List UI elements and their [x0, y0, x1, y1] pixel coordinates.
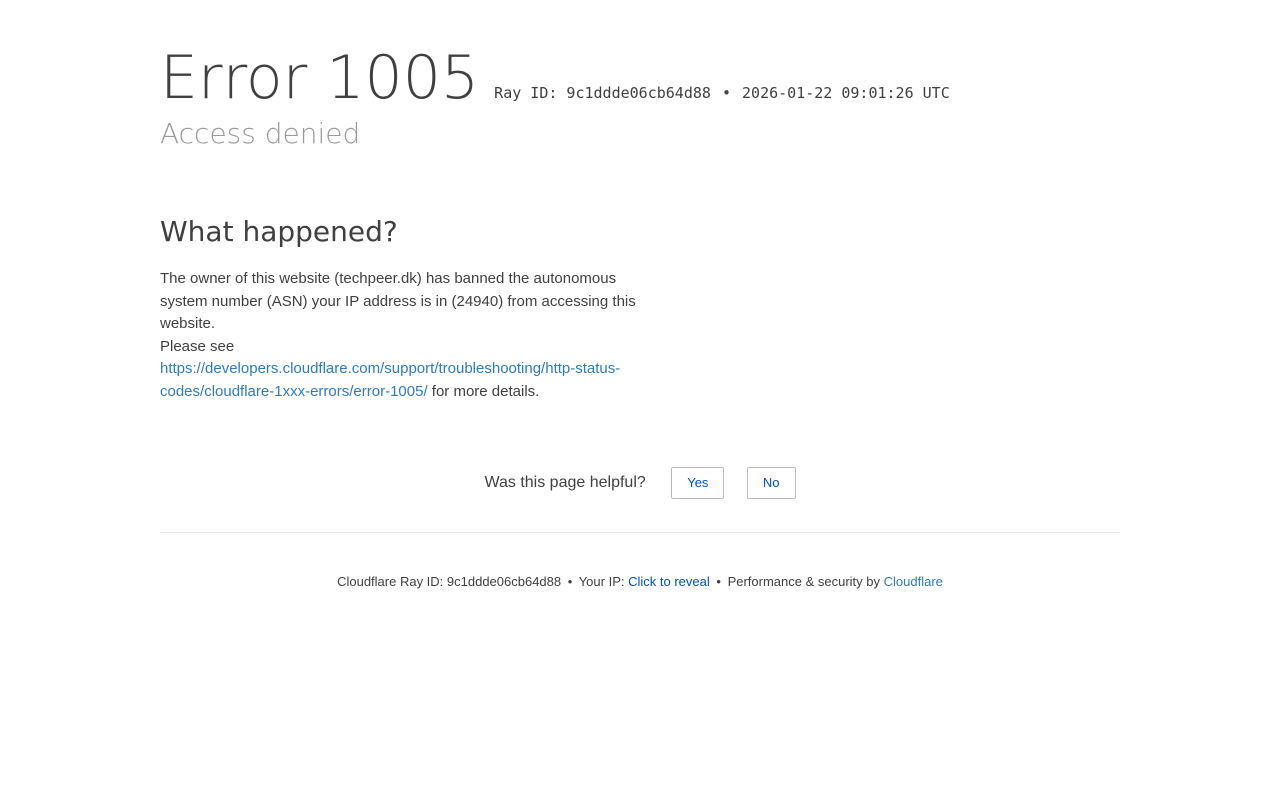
ray-id-text: Ray ID: 9c1ddde06cb64d88	[494, 84, 711, 102]
footer-ray-id: Cloudflare Ray ID: 9c1ddde06cb64d88	[337, 574, 562, 589]
footer-separator: •	[567, 574, 573, 589]
documentation-link[interactable]: https://developers.cloudflare.com/suppor…	[160, 360, 620, 400]
footer: Cloudflare Ray ID: 9c1ddde06cb64d88 • Yo…	[0, 573, 1280, 591]
footer-ip-label: Your IP:	[578, 574, 625, 589]
feedback-bar: Was this page helpful? Yes No	[160, 467, 1120, 499]
footer-divider	[160, 532, 1120, 533]
cloudflare-link[interactable]: Cloudflare	[884, 574, 943, 589]
timestamp: 2026-01-22 09:01:26 UTC	[742, 84, 950, 102]
feedback-yes-button[interactable]: Yes	[671, 467, 725, 499]
ray-separator: •	[721, 84, 731, 102]
error-header: Error 1005 Ray ID: 9c1ddde06cb64d88 • 20…	[160, 44, 950, 112]
please-see-line: Please see	[160, 336, 650, 359]
feedback-question: Was this page helpful?	[484, 474, 646, 491]
error-title: Error 1005	[160, 43, 480, 113]
doc-link-line: https://developers.cloudflare.com/suppor…	[160, 358, 650, 403]
error-subtitle: Access denied	[160, 117, 361, 150]
link-suffix: for more details.	[427, 382, 540, 400]
footer-performance-text: Performance & security by	[727, 574, 881, 589]
feedback-no-button[interactable]: No	[746, 467, 796, 499]
ray-meta: Ray ID: 9c1ddde06cb64d88 • 2026-01-22 09…	[494, 84, 950, 102]
explanation-paragraph: The owner of this website (techpeer.dk) …	[160, 270, 636, 332]
footer-separator: •	[716, 574, 721, 589]
what-happened-heading: What happened?	[160, 215, 398, 248]
explanation-text: The owner of this website (techpeer.dk) …	[160, 268, 650, 403]
please-see-text: Please see	[160, 337, 235, 355]
reveal-ip-button[interactable]: Click to reveal	[628, 574, 710, 589]
